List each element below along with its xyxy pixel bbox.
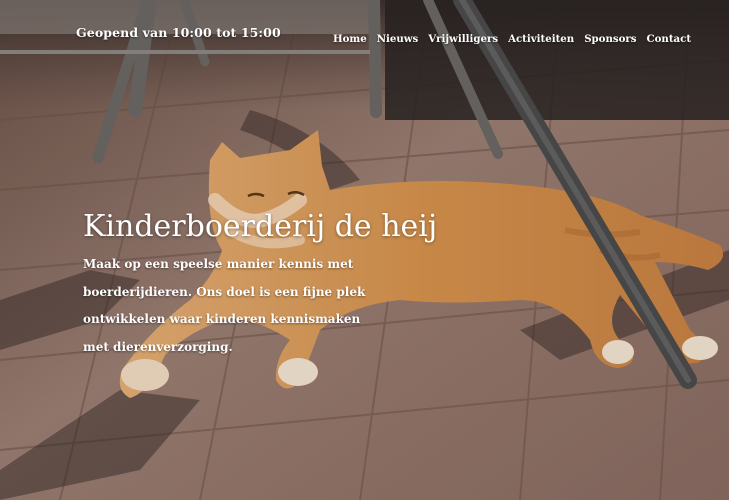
nav-item-sponsors: Sponsors	[584, 27, 636, 46]
main-nav: Home Nieuws Vrijwilligers Activiteiten S…	[333, 27, 691, 46]
nav-link-contact[interactable]: Contact	[647, 33, 692, 45]
nav-link-vrijwilligers[interactable]: Vrijwilligers	[428, 33, 498, 45]
nav-item-nieuws: Nieuws	[377, 27, 419, 46]
site-header: Geopend van 10:00 tot 15:00 Home Nieuws …	[0, 0, 729, 66]
nav-link-sponsors[interactable]: Sponsors	[584, 33, 636, 45]
nav-link-activiteiten[interactable]: Activiteiten	[508, 33, 574, 45]
nav-link-nieuws[interactable]: Nieuws	[377, 33, 419, 45]
hero-content: Kinderboerderij de heij Maak op een spee…	[83, 205, 438, 361]
hero: Geopend van 10:00 tot 15:00 Home Nieuws …	[0, 0, 729, 500]
opening-hours: Geopend van 10:00 tot 15:00	[76, 25, 281, 40]
nav-link-home[interactable]: Home	[333, 33, 367, 45]
nav-item-contact: Contact	[647, 27, 692, 46]
nav-item-home: Home	[333, 27, 367, 46]
intro-text: Maak op een speelse manier kennis met bo…	[83, 257, 366, 354]
nav-item-activiteiten: Activiteiten	[508, 27, 574, 46]
page-title: Kinderboerderij de heij	[83, 209, 438, 244]
nav-item-vrijwilligers: Vrijwilligers	[428, 27, 498, 46]
